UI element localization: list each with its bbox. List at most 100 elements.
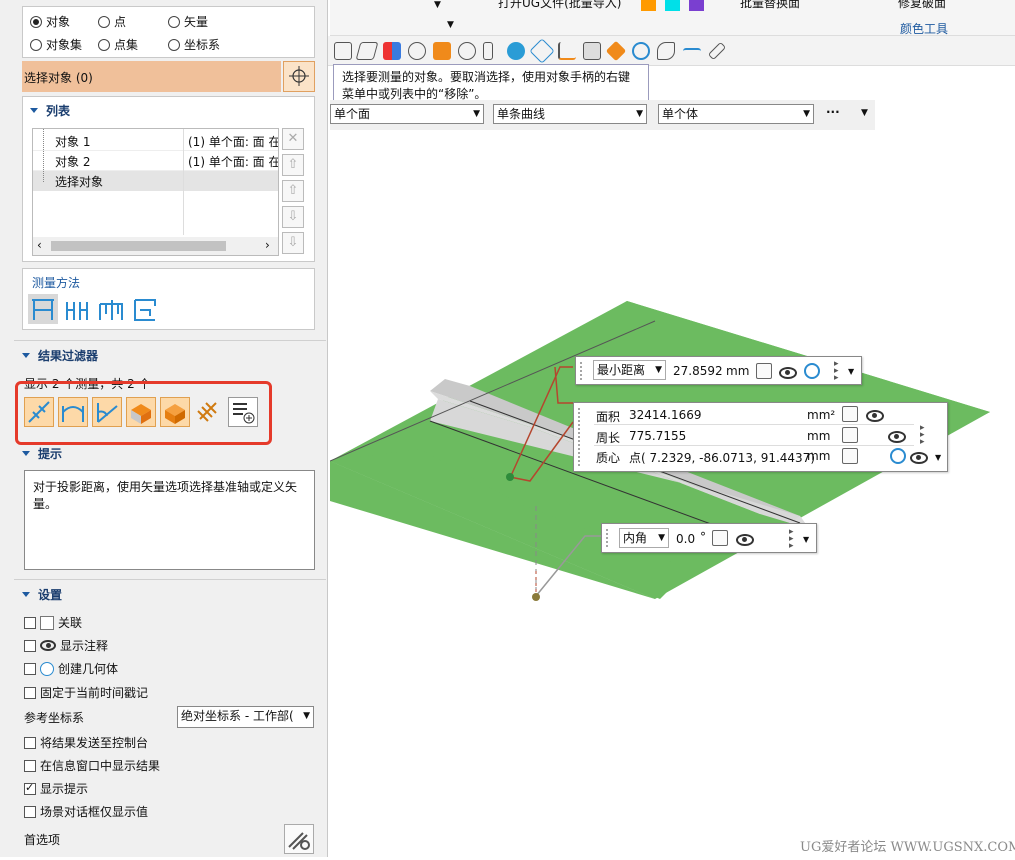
toolbar-icon-15[interactable] [683,48,701,58]
fix-timestamp-checkbox[interactable]: 固定于当前时间戳记 [24,684,148,701]
toolbar-icon-8[interactable] [507,42,525,60]
toolbar-icon-1[interactable] [334,42,352,60]
color-swatch-purple[interactable] [689,0,704,11]
model-geometry [329,301,990,601]
drag-handle[interactable] [605,528,609,548]
more-icon[interactable]: ▼ [935,453,941,462]
radio-point-set[interactable]: 点集 [98,36,138,53]
preferences-label: 首选项 [24,833,61,847]
show-annotation-icon[interactable] [779,366,797,379]
face-filter-select[interactable]: 单个面 [330,104,484,124]
result-filter-header[interactable]: 结果过滤器 [22,347,98,364]
radio-vector[interactable]: 矢量 [168,13,208,30]
horizontal-scrollbar[interactable]: ‹ › [33,237,278,255]
associative-icon[interactable] [756,363,772,379]
body-filter-select[interactable]: 单个体 [658,104,814,124]
toolbar-icon-3[interactable] [383,42,401,60]
toolbar-icon-7[interactable] [483,42,493,60]
area-value: 32414.1669 [629,408,702,422]
more-icon[interactable]: ▼ [848,367,854,376]
ref-csys-select[interactable]: 绝对坐标系 - 工作部( [177,706,314,728]
angle-readout[interactable]: 内角 0.0 ° ▸▸▸ ▼ [601,523,817,553]
scroll-thumb[interactable] [51,241,226,251]
list-item[interactable]: 对象 2 (1) 单个面: 面 在 [33,151,278,171]
color-swatch-cyan[interactable] [665,0,680,11]
associative-icon[interactable] [842,448,858,464]
list-item[interactable]: 选择对象 [33,171,278,191]
settings-divider [14,579,326,580]
show-hint-checkbox[interactable]: 显示提示 [24,780,88,797]
expand-arrows-icon[interactable]: ▸ ▸ ▸ [834,360,839,383]
associative-icon[interactable] [842,406,858,422]
create-geometry-icon[interactable] [804,363,820,379]
preferences-icon[interactable] [284,824,314,854]
ribbon-dropdown-icon[interactable]: ▼ [434,0,441,10]
move-top-icon[interactable]: ⇧ [282,154,304,176]
show-annotation-checkbox[interactable]: 显示注释 [24,637,108,654]
toolbar-icon-10[interactable] [558,42,576,60]
move-up-icon[interactable]: ⇧ [282,180,304,202]
drag-handle[interactable] [577,407,581,467]
create-geometry-icon[interactable] [890,448,906,464]
radio-point[interactable]: 点 [98,13,126,30]
face-properties-readout[interactable]: 面积 32414.1669 mm² 周长 775.7155 mm 质心 点( 7… [573,402,948,472]
method-screen-icon[interactable] [96,294,126,324]
scene-values-only-checkbox[interactable]: 场景对话框仅显示值 [24,803,148,820]
associative-icon[interactable] [712,530,728,546]
show-annotation-icon[interactable] [736,533,754,546]
associative-checkbox[interactable]: 关联 [24,614,82,631]
repair-face-button[interactable]: 修复破面 [898,0,946,11]
ribbon-dropdown-icon-2[interactable]: ▼ [447,20,454,30]
move-down-icon[interactable]: ⇩ [282,206,304,228]
min-distance-readout[interactable]: 最小距离 27.8592 mm ▸▸▸ ▼ [575,356,862,385]
color-swatch-orange[interactable] [641,0,656,11]
hint-text-box: 对于投影距离，使用矢量选项选择基准轴或定义矢量。 [24,470,315,570]
settings-header[interactable]: 设置 [22,586,62,603]
toolbar-icon-5[interactable] [433,42,451,60]
radio-icon [30,15,42,28]
curve-filter-select[interactable]: 单条曲线 [493,104,647,124]
collapse-icon [30,108,38,113]
hint-header[interactable]: 提示 [22,445,62,462]
info-window-checkbox[interactable]: 在信息窗口中显示结果 [24,757,160,774]
drag-handle[interactable] [579,361,583,380]
show-annotation-icon[interactable] [909,451,928,464]
create-geometry-checkbox[interactable]: 创建几何体 [24,660,118,677]
checkbox-box [24,805,36,818]
angle-type-select[interactable]: 内角 [619,528,669,548]
scroll-right-icon[interactable]: › [265,238,270,252]
send-console-checkbox[interactable]: 将结果发送至控制台 [24,734,148,751]
move-bottom-icon[interactable]: ⇩ [282,232,304,254]
radio-object[interactable]: 对象 [30,13,70,30]
filter-bar-expand-icon[interactable]: ▼ [861,108,868,118]
batch-replace-face-button[interactable]: 批量替换面 [740,0,800,11]
measure-type-select[interactable]: 最小距离 [593,360,666,380]
toolbar-icon-13[interactable] [632,42,650,60]
method-length-icon[interactable] [130,294,160,324]
toolbar-icon-4[interactable] [408,42,426,60]
object-list[interactable]: 对象 1 (1) 单个面: 面 在 对象 2 (1) 单个面: 面 在 选择对象… [32,128,279,256]
checkbox-box [24,616,36,629]
radio-object-set[interactable]: 对象集 [30,36,82,53]
toolbar-icon-11[interactable] [583,42,601,60]
show-annotation-icon[interactable] [887,430,906,443]
open-ug-file-button[interactable]: 打开UG文件(批量导入) [498,0,621,11]
toolbar-icon-6[interactable] [458,42,476,60]
list-item[interactable]: 对象 1 (1) 单个面: 面 在 [33,131,278,151]
graphics-window[interactable] [329,131,1015,857]
more-options-button[interactable]: ··· [826,105,840,119]
method-distance-icon[interactable] [28,294,58,324]
scroll-left-icon[interactable]: ‹ [37,238,42,252]
toolbar-icon-14[interactable] [657,42,675,60]
angle-value: 0.0 [676,532,696,546]
crosshair-icon[interactable] [283,61,315,92]
show-annotation-icon[interactable] [866,409,884,422]
list-header[interactable]: 列表 [30,102,70,119]
remove-icon[interactable]: ✕ [282,128,304,150]
associative-icon[interactable] [842,427,858,443]
radio-csys[interactable]: 坐标系 [168,36,220,53]
expand-arrows-icon[interactable]: ▸ ▸ ▸ [789,528,794,551]
expand-arrows-icon[interactable]: ▸ ▸ ▸ [920,424,925,447]
method-projected-icon[interactable] [62,294,92,324]
more-icon[interactable]: ▼ [803,535,809,544]
